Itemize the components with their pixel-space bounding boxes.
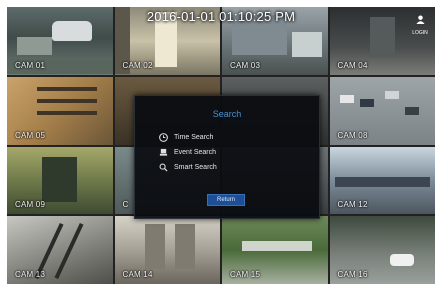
camera-tile-12[interactable]: CAM 12	[329, 146, 435, 215]
smart-search-item[interactable]: Smart Search	[159, 160, 217, 175]
user-icon	[415, 11, 425, 29]
event-search-label: Event Search	[174, 149, 217, 156]
time-search-label: Time Search	[174, 134, 214, 141]
camera-tile-03[interactable]: CAM 03	[222, 7, 328, 75]
search-menu: Time Search Event Search Smart Search	[159, 130, 217, 175]
time-search-item[interactable]: Time Search	[159, 130, 217, 145]
camera-tile-14[interactable]: CAM 14	[114, 216, 220, 284]
camera-label: CAM 14	[122, 270, 153, 279]
camera-label: CAM 12	[337, 200, 368, 210]
camera-tile-09[interactable]: CAM 09	[7, 146, 113, 215]
camera-label: CAM 13	[15, 270, 46, 279]
camera-label: C	[122, 200, 129, 210]
event-icon	[159, 148, 168, 157]
smart-search-label: Smart Search	[174, 164, 217, 171]
camera-label: CAM 16	[337, 270, 368, 279]
camera-label: CAM 08	[337, 130, 368, 140]
camera-tile-05[interactable]: CAM 05	[7, 76, 113, 145]
camera-label: CAM 15	[230, 270, 261, 279]
camera-label: CAM 05	[15, 130, 46, 140]
camera-label: CAM 03	[230, 60, 261, 70]
camera-label: CAM 09	[15, 200, 46, 210]
nvr-screen: CAM 01 CAM 02 CAM 03 CAM 04 CAM 05 CAM 0…	[7, 7, 435, 284]
camera-tile-01[interactable]: CAM 01	[7, 7, 113, 75]
user-login-button[interactable]: LOGIN	[409, 11, 431, 36]
camera-label: CAM 02	[122, 60, 153, 70]
camera-tile-02[interactable]: CAM 02	[114, 7, 220, 75]
search-dialog: Search Time Search Event Search Smart Se…	[134, 95, 320, 219]
search-dialog-title: Search	[212, 109, 242, 119]
camera-label: CAM 04	[337, 60, 368, 70]
user-login-label: LOGIN	[412, 30, 428, 36]
camera-tile-16[interactable]: CAM 16	[329, 216, 435, 284]
event-search-item[interactable]: Event Search	[159, 145, 217, 160]
camera-label: CAM 01	[15, 60, 46, 70]
return-button[interactable]: Return	[207, 194, 245, 206]
smart-search-icon	[159, 163, 168, 172]
camera-tile-15[interactable]: CAM 15	[222, 216, 328, 284]
camera-tile-13[interactable]: CAM 13	[7, 216, 113, 284]
camera-tile-08[interactable]: CAM 08	[329, 76, 435, 145]
clock-icon	[159, 133, 168, 142]
